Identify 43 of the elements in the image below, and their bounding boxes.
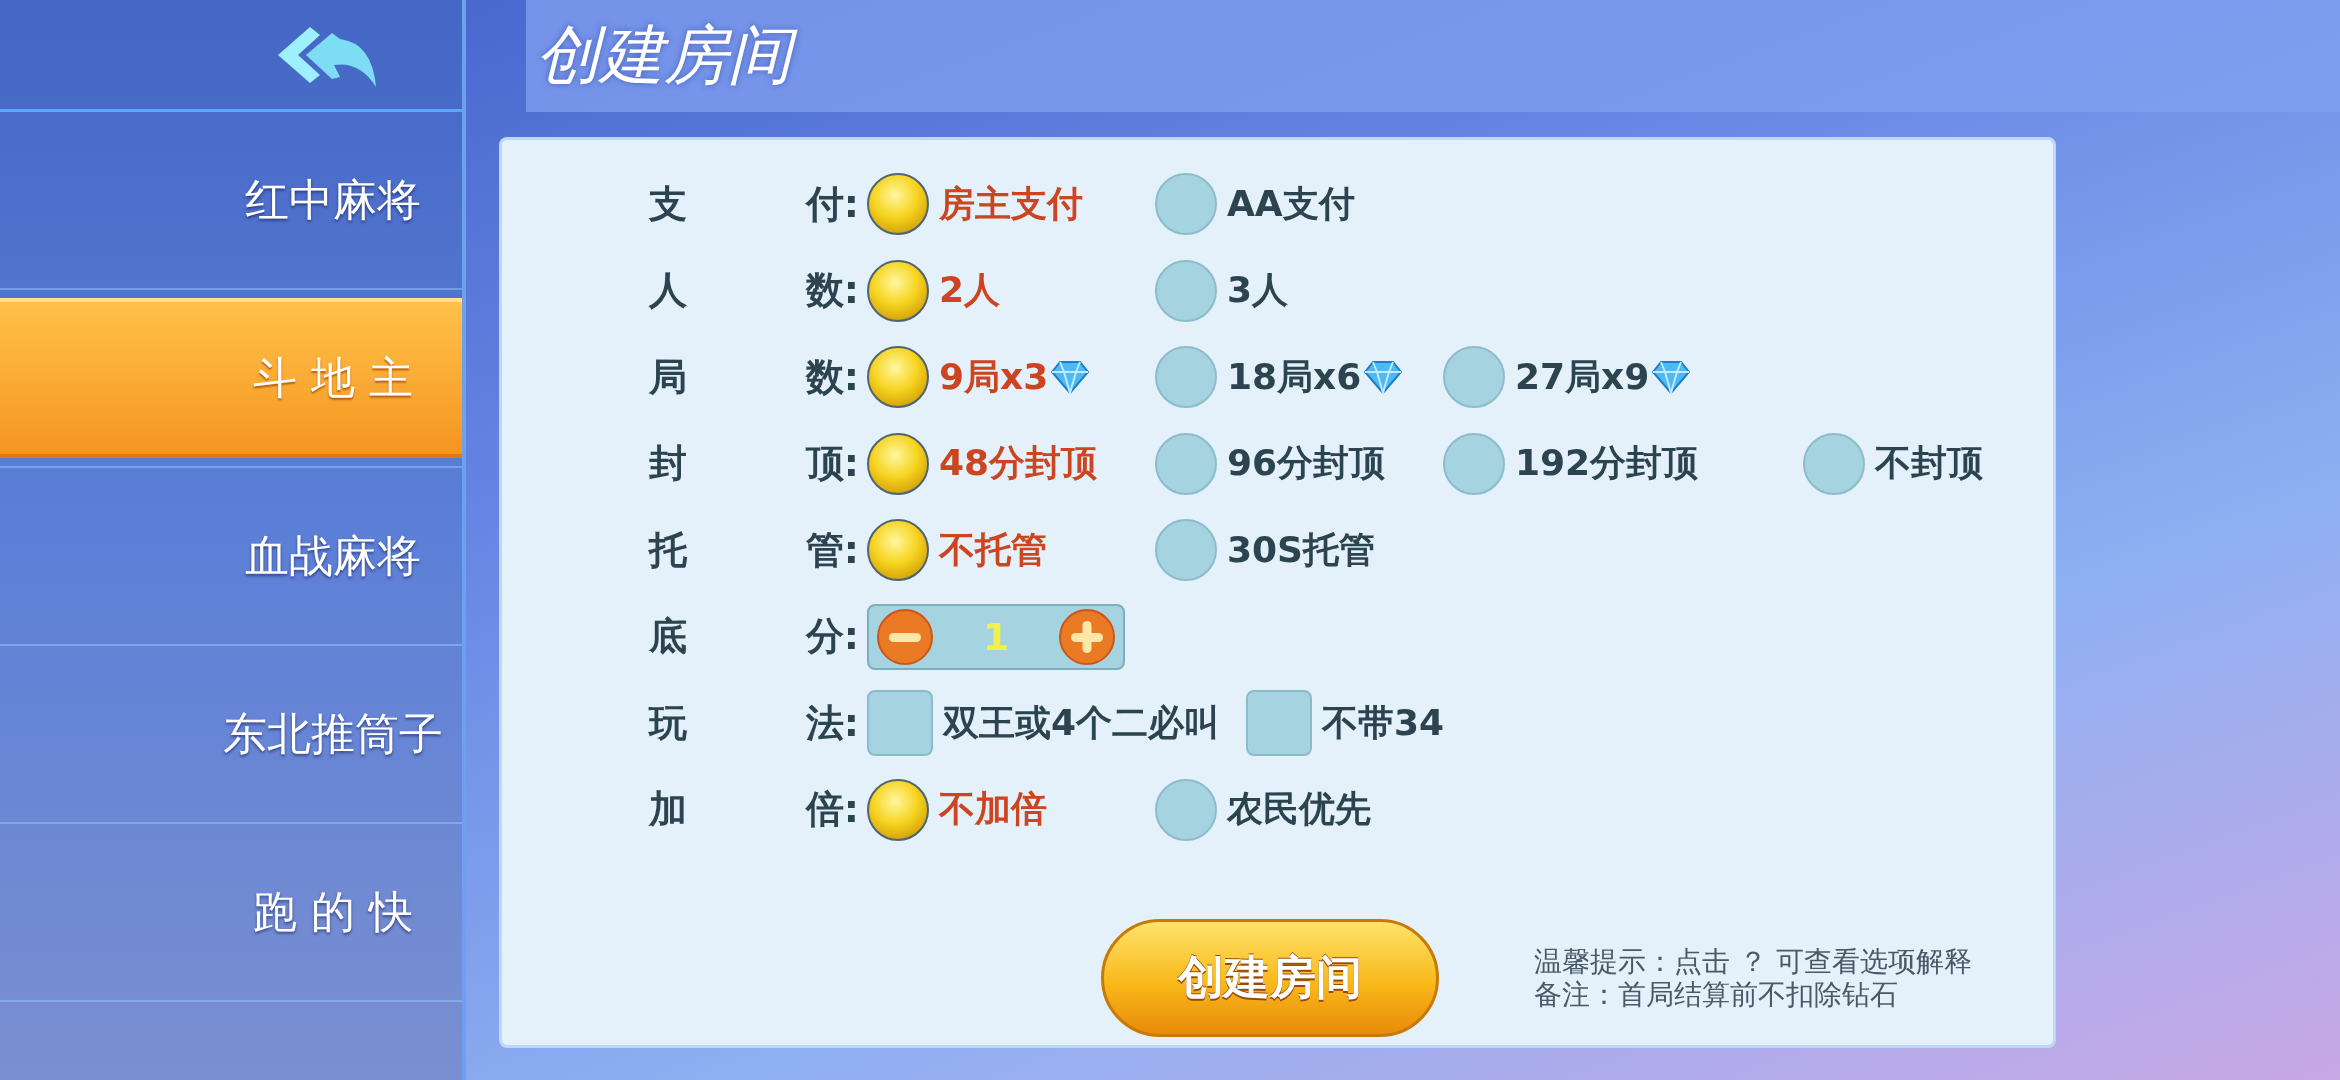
row-label: 底 xyxy=(649,613,687,661)
row-label: 支 xyxy=(649,180,687,228)
page-title: 创建房间 xyxy=(536,12,806,100)
radio-option[interactable]: 192分封顶 xyxy=(1443,432,1803,495)
row-label: 数: xyxy=(805,267,859,315)
radio-option[interactable]: 48分封顶 xyxy=(867,432,1155,495)
hint-text: 温馨提示：点击 ？ 可查看选项解释 xyxy=(1534,945,1972,978)
radio-option[interactable]: 9局x3 xyxy=(867,346,1155,409)
stepper-value: 1 xyxy=(982,614,1010,659)
row-label: 托 xyxy=(649,526,687,574)
game-tab[interactable]: 跑 的 快 xyxy=(0,832,462,992)
row-label: 人 xyxy=(649,267,687,315)
game-tab[interactable]: 红中麻将 xyxy=(0,120,462,280)
radio-option[interactable]: 30S托管 xyxy=(1155,519,1376,582)
row-label: 付: xyxy=(805,180,859,228)
radio-option[interactable]: 农民优先 xyxy=(1155,778,1371,841)
row-label: 封 xyxy=(649,440,687,488)
radio-option[interactable]: 27局x9 xyxy=(1443,346,1803,409)
row-label: 管: xyxy=(805,526,859,574)
row-label: 加 xyxy=(649,786,687,834)
row-label: 法: xyxy=(805,699,859,747)
minus-icon[interactable] xyxy=(877,608,933,665)
radio-option[interactable]: 96分封顶 xyxy=(1155,432,1443,495)
checkbox-option[interactable]: 双王或4个二必叫 xyxy=(867,690,1221,757)
radio-option[interactable]: AA支付 xyxy=(1155,173,1355,236)
plus-icon[interactable] xyxy=(1059,608,1115,665)
radio-option[interactable]: 3人 xyxy=(1155,259,1289,322)
row-label: 分: xyxy=(805,613,859,661)
row-label: 玩 xyxy=(649,699,687,747)
hint-text: 备注：首局结算前不扣除钻石 xyxy=(1534,978,1899,1011)
row-label: 倍: xyxy=(805,786,859,834)
game-tab[interactable]: 血战麻将 xyxy=(0,476,462,636)
radio-option[interactable]: 不托管 xyxy=(867,519,1155,582)
radio-option[interactable]: 房主支付 xyxy=(867,173,1155,236)
row-label: 局 xyxy=(649,353,687,401)
checkbox-option[interactable]: 不带34 xyxy=(1246,690,1445,757)
radio-option[interactable]: 不加倍 xyxy=(867,778,1155,841)
radio-option[interactable]: 18局x6 xyxy=(1155,346,1443,409)
row-label: 顶: xyxy=(805,440,859,488)
radio-option[interactable]: 2人 xyxy=(867,259,1155,322)
row-label: 数: xyxy=(805,353,859,401)
game-tab[interactable]: 东北推筒子 xyxy=(0,654,462,814)
radio-option[interactable]: 不封顶 xyxy=(1803,432,1983,495)
